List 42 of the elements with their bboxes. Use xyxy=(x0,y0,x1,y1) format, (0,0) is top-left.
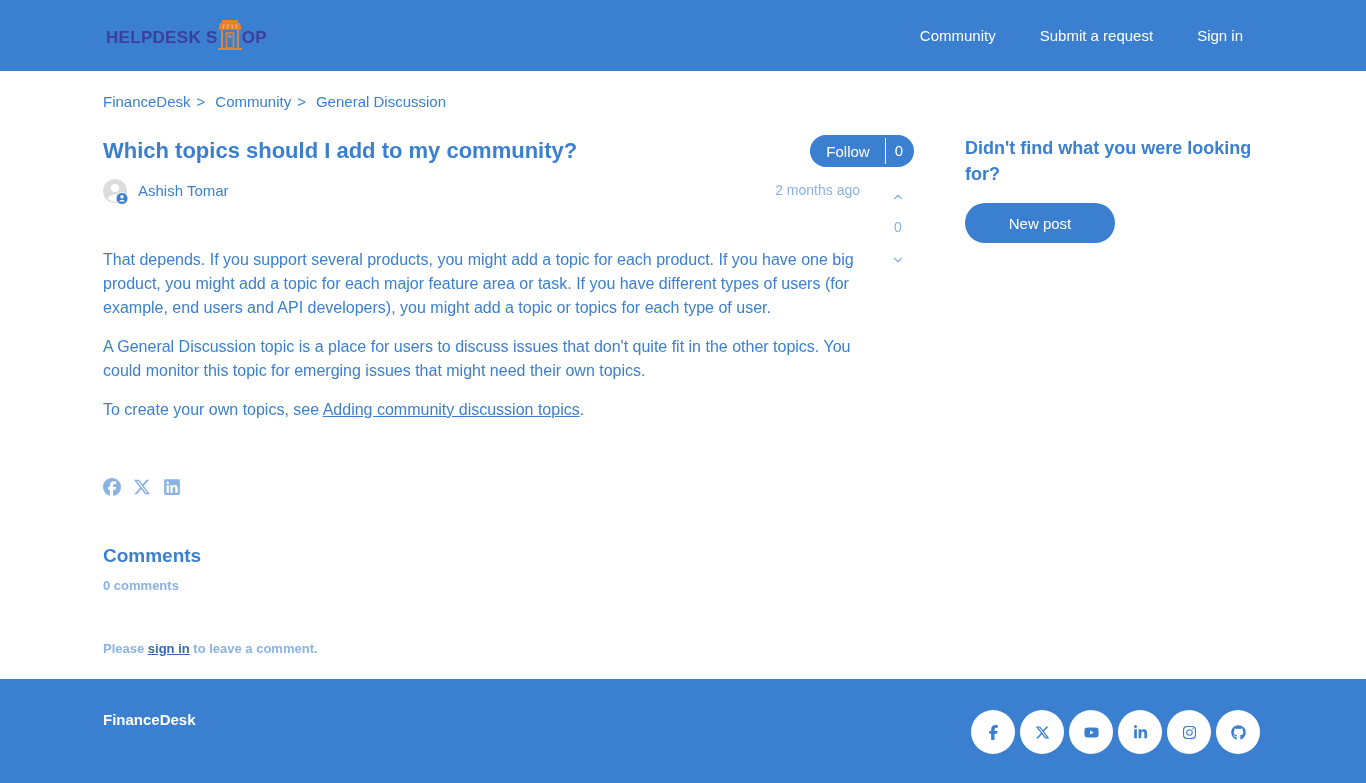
youtube-button[interactable] xyxy=(1069,710,1113,754)
logo-text[interactable]: HELPDESK S xyxy=(106,28,218,46)
facebook-icon[interactable] xyxy=(103,478,121,496)
post-title: Which topics should I add to my community? xyxy=(103,137,578,165)
article-link[interactable]: Adding community discussion topics xyxy=(322,401,580,418)
sign-in-link[interactable]: sign in xyxy=(147,641,190,656)
x-button[interactable] xyxy=(1020,710,1064,754)
nav-link[interactable]: Sign in xyxy=(1197,25,1243,46)
follow-count: 0 xyxy=(884,138,914,164)
new-post-button[interactable]: New post xyxy=(965,203,1115,243)
facebook-button[interactable] xyxy=(971,710,1015,754)
instagram-button[interactable] xyxy=(1167,710,1211,754)
comment-count: 0 comments xyxy=(103,577,180,595)
github-button[interactable] xyxy=(1216,710,1260,754)
sign-in-prompt: Please sign in to leave a comment. xyxy=(103,640,319,658)
footer-brand: FinanceDesk xyxy=(103,711,196,729)
breadcrumb-link[interactable]: FinanceDesk xyxy=(103,92,191,112)
post-paragraph: That depends. If you support several products, you might add a topic for each product. If you have one big product, you might add a topic for each major feature area or task. If you have different types of users (for example, end users and API developers), you might add a topic or topics for each type of user. xyxy=(103,250,855,318)
linkedin-button[interactable] xyxy=(1118,710,1162,754)
linkedin-icon xyxy=(1132,724,1148,740)
store-icon xyxy=(217,19,242,50)
author-name[interactable]: Ashish Tomar xyxy=(138,181,229,199)
comments-heading: Comments xyxy=(103,544,203,568)
breadcrumb-link[interactable]: General Discussion xyxy=(315,92,446,112)
nav-link[interactable]: Submit a request xyxy=(1039,25,1154,46)
instagram-icon xyxy=(1181,724,1197,740)
linkedin-icon[interactable] xyxy=(163,478,181,496)
vote-count: 0 xyxy=(894,218,902,236)
post-time: 2 months ago xyxy=(775,182,860,198)
github-icon xyxy=(1230,724,1246,740)
logo-text[interactable]: OP xyxy=(241,28,267,46)
breadcrumb-link[interactable]: Community xyxy=(215,92,292,112)
post-paragraph: A General Discussion topic is a place for users to discuss issues that don't quite fit in the other topics. You could monitor this topic for emerging issues that might need their own topics. xyxy=(103,337,852,381)
x-icon xyxy=(1034,724,1050,740)
nav-link[interactable]: Community xyxy=(919,25,996,46)
sidebar-heading: Didn't find what you were looking for? xyxy=(965,137,1253,186)
breadcrumb-separator: > xyxy=(297,92,306,112)
follow-button[interactable]: Follow 0 xyxy=(810,135,914,167)
x-icon[interactable] xyxy=(133,478,151,496)
user-avatar xyxy=(103,179,129,205)
breadcrumb-separator: > xyxy=(196,92,206,112)
post-paragraph: To create your own topics, see Adding community discussion topics. xyxy=(103,400,586,420)
